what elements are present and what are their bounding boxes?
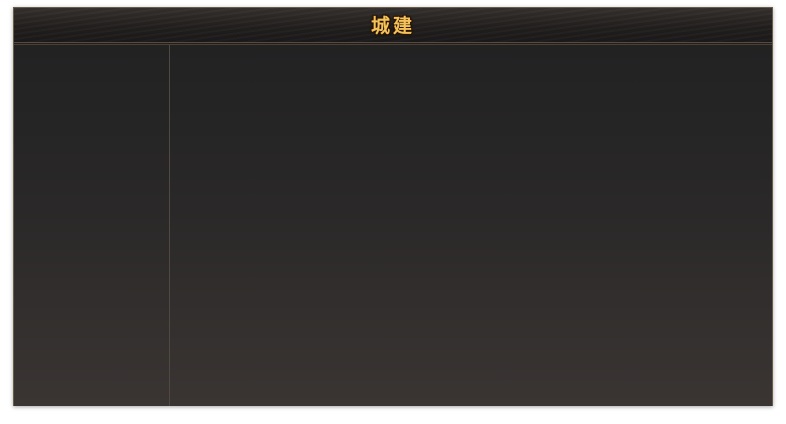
window-body [14,44,772,406]
content-panel [171,45,772,406]
window-titlebar: 城建 [14,8,772,43]
city-build-window: 城建 [13,7,773,406]
category-sidebar [14,45,170,406]
window-title: 城建 [370,15,415,37]
